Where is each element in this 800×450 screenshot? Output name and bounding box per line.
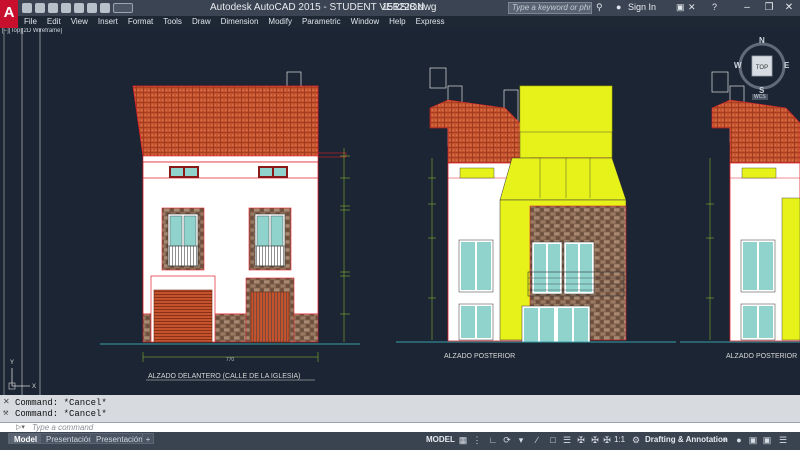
command-history: ✕ ⚒ Command: *Cancel* Command: *Cancel* [0, 395, 800, 422]
drawing-canvas[interactable]: 770 ALZADO DELANTERO (CALLE DE LA IGLESI… [0, 28, 800, 395]
minimize-button[interactable]: – [736, 0, 758, 16]
menu-window[interactable]: Window [346, 16, 384, 28]
save-icon[interactable] [48, 3, 58, 13]
command-history-line: Command: *Cancel* [15, 398, 107, 408]
undo-icon[interactable] [87, 3, 97, 13]
rear-elevation: ALZADO POSTERIOR [396, 67, 714, 360]
tab-model[interactable]: Model [8, 433, 44, 444]
isodraft-icon[interactable]: ▾ [516, 435, 526, 445]
command-history-line: Command: *Cancel* [15, 409, 107, 419]
menu-file[interactable]: File [18, 16, 42, 28]
workspace-switch[interactable]: Drafting & Annotation [645, 435, 728, 444]
menu-edit[interactable]: Edit [42, 16, 66, 28]
menu-modify[interactable]: Modify [263, 16, 297, 28]
annotation-visibility-icon[interactable]: ✠ [576, 435, 586, 445]
polar-icon[interactable]: ⟳ [502, 435, 512, 445]
object-snap-tracking-icon[interactable]: ∕ [532, 435, 542, 445]
isolate-objects-icon[interactable]: ● [734, 435, 744, 445]
side-elevation-label: ALZADO POSTERIOR [726, 353, 797, 360]
front-elevation: 770 ALZADO DELANTERO (CALLE DE LA IGLESI… [100, 71, 360, 381]
ucs-icon: Y X [8, 360, 36, 390]
rear-elevation-label: ALZADO POSTERIOR [444, 353, 515, 360]
file-name: 151228.dwg [382, 2, 437, 13]
search-icon[interactable]: ⚲ [596, 2, 606, 13]
plus-icon[interactable]: + [720, 435, 730, 445]
clean-screen-icon[interactable]: ▣ [762, 435, 772, 445]
close-icon[interactable]: ✕ [3, 397, 10, 406]
new-icon[interactable] [22, 3, 32, 13]
snap-icon[interactable]: ⋮ [472, 435, 482, 445]
search-input[interactable]: Type a keyword or phrase [508, 2, 592, 14]
viewcube-north[interactable]: N [759, 36, 765, 45]
quick-access-toolbar [22, 2, 133, 14]
help-icon[interactable]: ? [712, 2, 724, 13]
viewcube-west[interactable]: W [734, 61, 742, 70]
status-bar: Model Presentación1 Presentación2 + MODE… [0, 432, 800, 450]
application-menu-button[interactable]: A [0, 0, 18, 28]
annotation-scale[interactable]: 1:1 [614, 435, 625, 444]
menu-format[interactable]: Format [123, 16, 158, 28]
user-icon[interactable]: ● [616, 2, 626, 13]
elevation-drawing: 770 ALZADO DELANTERO (CALLE DE LA IGLESI… [3, 28, 800, 395]
viewcube[interactable]: TOP N S W E [734, 36, 790, 95]
restore-button[interactable]: ❐ [758, 0, 780, 16]
command-line: ▷▾ Type a command [0, 422, 800, 432]
customization-icon[interactable]: ☰ [778, 435, 788, 445]
front-roof [132, 85, 319, 157]
ucs-x-label: X [32, 384, 36, 390]
front-dimension-text: 770 [226, 357, 235, 363]
model-space-button[interactable]: MODEL [426, 435, 455, 444]
grid-icon[interactable]: ▦ [458, 435, 468, 445]
menu-draw[interactable]: Draw [187, 16, 216, 28]
menu-bar: File Edit View Insert Format Tools Draw … [18, 16, 800, 28]
lineweight-icon[interactable]: ☰ [562, 435, 572, 445]
close-button[interactable]: ✕ [778, 0, 800, 16]
object-snap-icon[interactable]: □ [548, 435, 558, 445]
hardware-acceleration-icon[interactable]: ▣ [748, 435, 758, 445]
menu-insert[interactable]: Insert [93, 16, 123, 28]
gear-icon[interactable]: ⚙ [631, 435, 641, 445]
exchange-apps-icon[interactable]: ✕ [688, 2, 700, 13]
autocad-window: A Autodesk AutoCAD 2015 - STUDENT VERSIO… [0, 0, 800, 450]
menu-view[interactable]: View [66, 16, 93, 28]
menu-tools[interactable]: Tools [158, 16, 187, 28]
saveas-icon[interactable] [61, 3, 71, 13]
viewcube-east[interactable]: E [784, 61, 789, 70]
front-elevation-label: ALZADO DELANTERO (CALLE DE LA IGLESIA) [148, 373, 301, 380]
workspace-dropdown[interactable] [113, 3, 133, 13]
menu-dimension[interactable]: Dimension [216, 16, 264, 28]
ucs-y-label: Y [10, 360, 14, 366]
ortho-icon[interactable]: ∟ [488, 435, 498, 445]
open-icon[interactable] [35, 3, 45, 13]
sign-in-button[interactable]: Sign In [628, 2, 656, 12]
menu-express[interactable]: Express [411, 16, 450, 28]
menu-parametric[interactable]: Parametric [297, 16, 346, 28]
plot-icon[interactable] [74, 3, 84, 13]
add-layout-button[interactable]: + [142, 433, 154, 444]
wrench-icon[interactable]: ⚒ [3, 408, 8, 418]
annotation-scale-icon[interactable]: ✠ [602, 435, 612, 445]
menu-help[interactable]: Help [384, 16, 410, 28]
redo-icon[interactable] [100, 3, 110, 13]
viewport-controls[interactable]: [−][Top][2D Wireframe] [2, 28, 62, 34]
garage-door [153, 289, 213, 343]
cart-icon[interactable]: ▣ [676, 2, 686, 13]
side-elevation: ALZADO POSTERIOR [680, 71, 800, 360]
viewcube-top-face: TOP [756, 65, 768, 71]
autoscale-icon[interactable]: ✠ [590, 435, 600, 445]
wcs-menu[interactable]: WCS [752, 94, 768, 100]
title-bar: A Autodesk AutoCAD 2015 - STUDENT VERSIO… [0, 0, 800, 28]
rear-roof [429, 99, 521, 164]
